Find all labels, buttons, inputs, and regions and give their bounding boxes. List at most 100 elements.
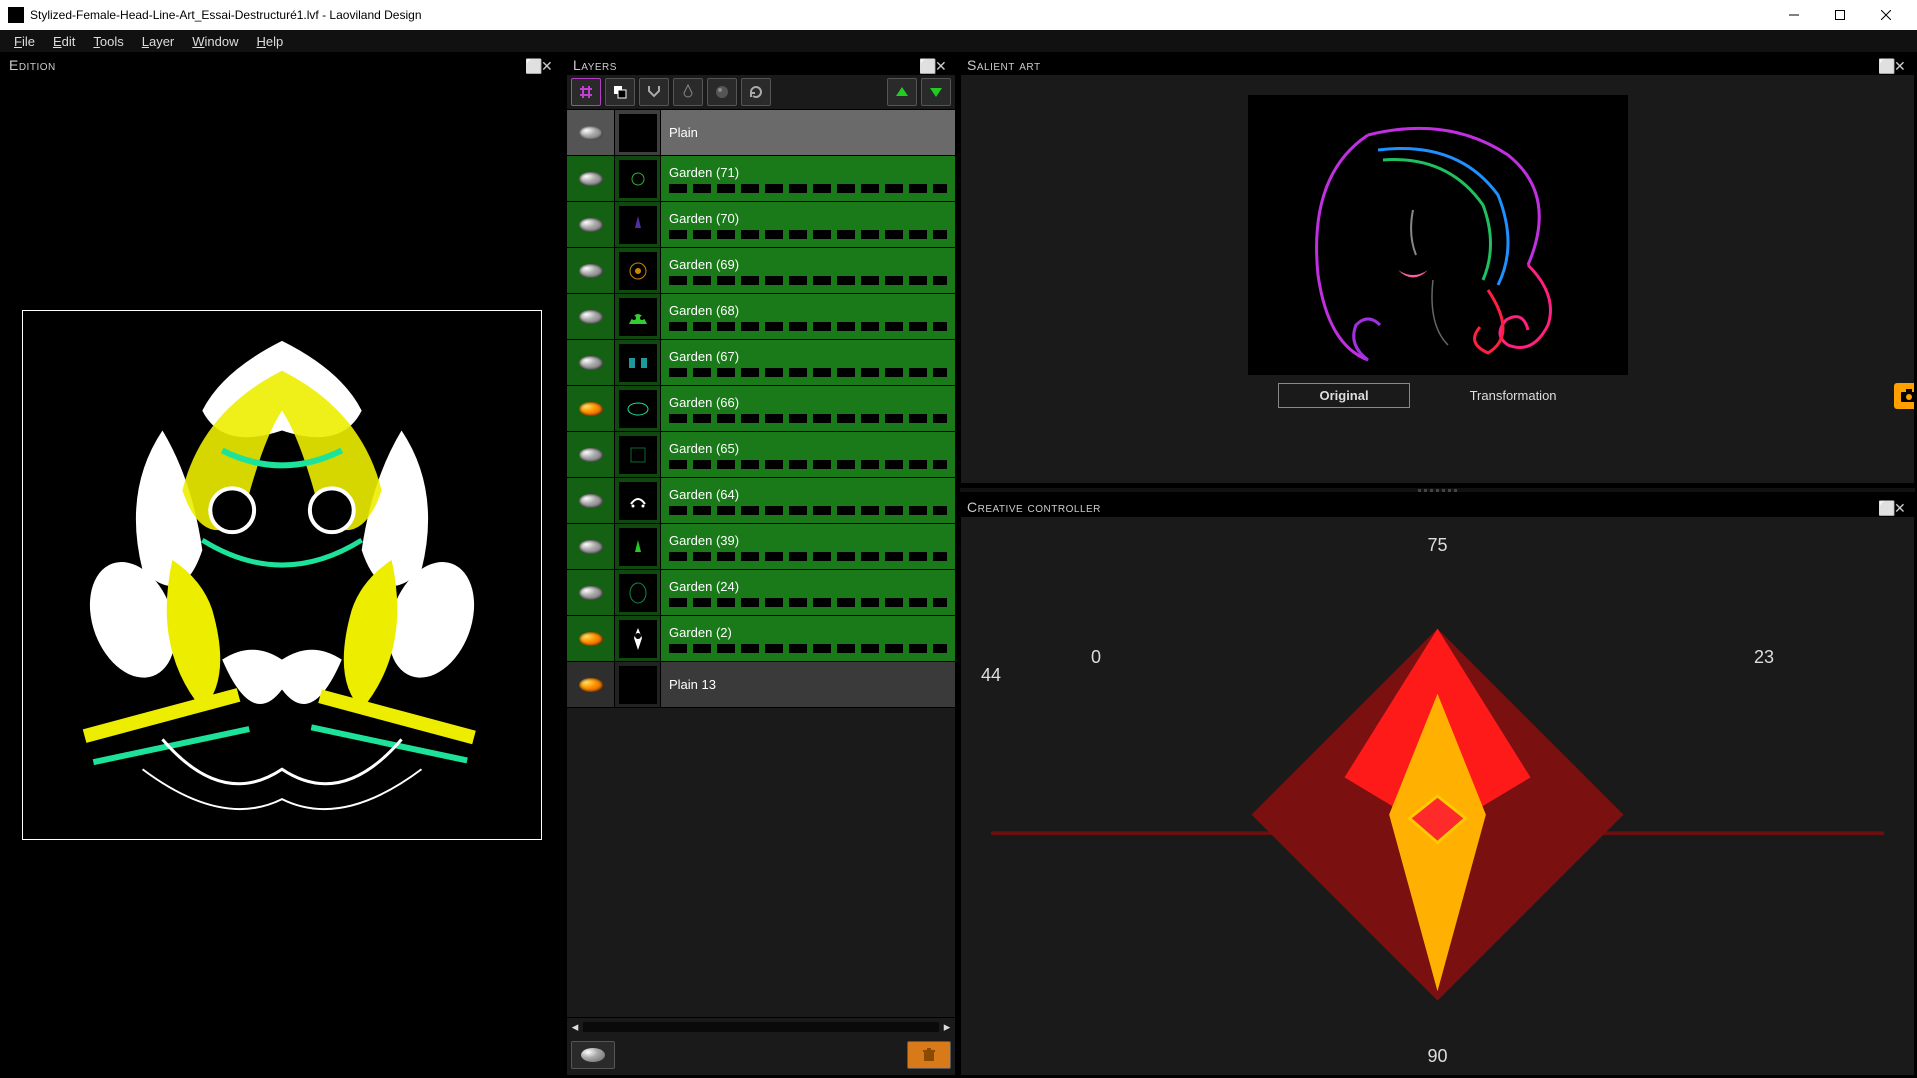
layer-thumbnail [615,386,661,431]
creative-header: Creative controller ⬜ ✕ [961,497,1914,517]
layer-timeline[interactable] [669,322,947,331]
layer-visibility-icon[interactable] [567,340,615,385]
panel-separator[interactable] [960,488,1915,492]
layer-row[interactable]: Garden (24) [567,570,955,616]
panel-max-icon[interactable]: ⬜ [525,58,539,72]
layer-name: Garden (2) [669,625,947,640]
tab-original[interactable]: Original [1278,383,1409,408]
panel-close-icon[interactable]: ✕ [541,58,555,72]
layers-title: Layers [573,57,617,73]
layer-row[interactable]: Garden (2) [567,616,955,662]
menu-help[interactable]: Help [249,32,292,51]
tool-drop-icon[interactable] [673,78,703,106]
layer-row[interactable]: Garden (70) [567,202,955,248]
layer-name: Garden (71) [669,165,947,180]
layer-move-down-button[interactable] [921,78,951,106]
edition-canvas[interactable] [22,310,542,840]
layer-visibility-icon[interactable] [567,662,615,707]
cc-label-right: 23 [1754,647,1774,668]
menu-tools[interactable]: Tools [85,32,131,51]
layer-info: Garden (65) [661,432,955,477]
layer-timeline[interactable] [669,598,947,607]
layer-visibility-icon[interactable] [567,432,615,477]
tool-merge-icon[interactable] [639,78,669,106]
layer-timeline[interactable] [669,552,947,561]
layer-visibility-toggle[interactable] [571,1041,615,1069]
layer-name: Garden (69) [669,257,947,272]
minimize-button[interactable] [1771,0,1817,30]
maximize-button[interactable] [1817,0,1863,30]
layer-row[interactable]: Garden (67) [567,340,955,386]
tool-refresh-icon[interactable] [741,78,771,106]
creative-controller-canvas[interactable]: 75 23 90 0 44 [961,517,1914,1075]
layer-timeline[interactable] [669,644,947,653]
panel-max-icon[interactable]: ⬜ [1878,58,1892,72]
layer-visibility-icon[interactable] [567,386,615,431]
layer-row[interactable]: Garden (65) [567,432,955,478]
layer-visibility-icon[interactable] [567,248,615,293]
layer-row[interactable]: Garden (68) [567,294,955,340]
panel-close-icon[interactable]: ✕ [1894,500,1908,514]
layer-row[interactable]: Garden (39) [567,524,955,570]
tab-transformation[interactable]: Transformation [1430,384,1597,407]
layer-row[interactable]: Garden (66) [567,386,955,432]
layer-thumbnail [615,156,661,201]
layer-timeline[interactable] [669,184,947,193]
layer-move-up-button[interactable] [887,78,917,106]
menu-window[interactable]: Window [184,32,246,51]
layer-visibility-icon[interactable] [567,110,615,155]
layers-list[interactable]: Plain Garden (71) Garden (70) Garden (69) Ga… [567,109,955,1017]
delete-layer-button[interactable] [907,1041,951,1069]
layer-row[interactable]: Plain 13 [567,662,955,708]
layer-name: Garden (70) [669,211,947,226]
menu-file[interactable]: File [6,32,43,51]
layer-visibility-icon[interactable] [567,156,615,201]
menu-layer[interactable]: Layer [134,32,183,51]
layer-visibility-icon[interactable] [567,616,615,661]
layer-timeline[interactable] [669,506,947,515]
layer-row[interactable]: Plain [567,110,955,156]
panel-max-icon[interactable]: ⬜ [919,58,933,72]
panel-close-icon[interactable]: ✕ [935,58,949,72]
layer-thumbnail [615,662,661,707]
layer-row[interactable]: Garden (64) [567,478,955,524]
layer-timeline[interactable] [669,230,947,239]
scroll-right-icon[interactable]: ▸ [939,1020,955,1034]
layer-visibility-icon[interactable] [567,524,615,569]
scroll-left-icon[interactable]: ◂ [567,1020,583,1034]
layer-timeline[interactable] [669,368,947,377]
panel-close-icon[interactable]: ✕ [1894,58,1908,72]
panel-max-icon[interactable]: ⬜ [1878,500,1892,514]
tool-duplicate-icon[interactable] [605,78,635,106]
cc-label-top: 75 [1427,535,1447,556]
snapshot-button[interactable] [1894,383,1914,409]
layer-thumbnail [615,570,661,615]
edition-header: Edition ⬜ ✕ [3,55,561,75]
menu-edit[interactable]: Edit [45,32,83,51]
layers-hscroll[interactable]: ◂ ▸ [567,1017,955,1035]
salient-header: Salient art ⬜ ✕ [961,55,1914,75]
layer-visibility-icon[interactable] [567,570,615,615]
layer-thumbnail [615,432,661,477]
titlebar: Stylized-Female-Head-Line-Art_Essai-Dest… [0,0,1917,30]
layer-visibility-icon[interactable] [567,202,615,247]
cc-label-left: 0 [1091,647,1101,668]
menubar: File Edit Tools Layer Window Help [0,30,1917,52]
tool-sphere-icon[interactable] [707,78,737,106]
layer-row[interactable]: Garden (69) [567,248,955,294]
layer-thumbnail [615,202,661,247]
close-button[interactable] [1863,0,1909,30]
layer-visibility-icon[interactable] [567,294,615,339]
edition-viewport[interactable] [3,75,561,1075]
tool-hash-icon[interactable] [571,78,601,106]
layer-info: Garden (64) [661,478,955,523]
layer-visibility-icon[interactable] [567,478,615,523]
layer-timeline[interactable] [669,276,947,285]
layer-timeline[interactable] [669,460,947,469]
app-icon [8,7,24,23]
layer-info: Garden (2) [661,616,955,661]
layer-row[interactable]: Garden (71) [567,156,955,202]
layer-timeline[interactable] [669,414,947,423]
layer-thumbnail [615,110,661,155]
layer-thumbnail [615,524,661,569]
